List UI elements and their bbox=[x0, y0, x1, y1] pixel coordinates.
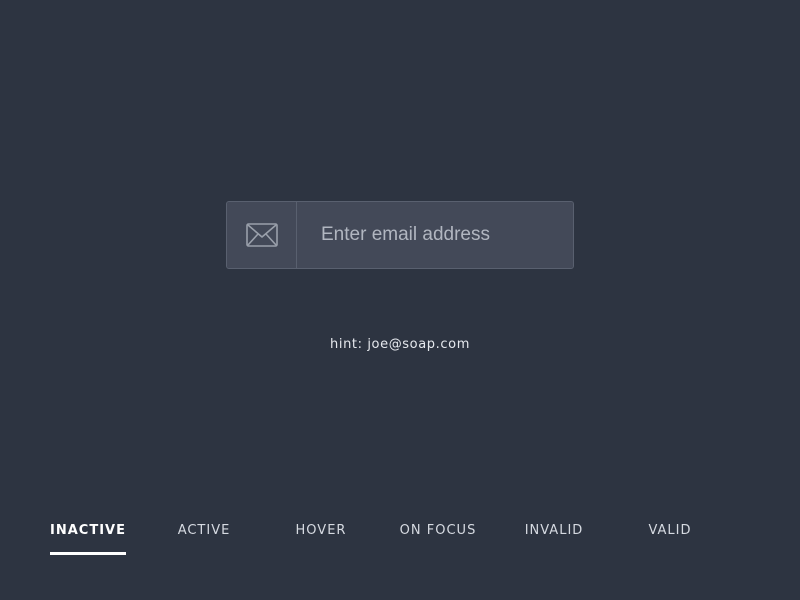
email-icon-cell bbox=[227, 202, 297, 268]
tab-on-focus[interactable]: ON FOCUS bbox=[395, 518, 481, 554]
tab-invalid[interactable]: INVALID bbox=[516, 518, 592, 554]
envelope-icon bbox=[245, 222, 279, 248]
tab-hover[interactable]: HOVER bbox=[284, 518, 358, 554]
state-tabs: INACTIVE ACTIVE HOVER ON FOCUS INVALID V… bbox=[0, 518, 800, 558]
email-hint-text: hint: joe@soap.com bbox=[330, 337, 470, 352]
tab-inactive[interactable]: INACTIVE bbox=[50, 518, 126, 554]
tab-active[interactable]: ACTIVE bbox=[166, 518, 242, 554]
active-tab-underline bbox=[50, 552, 126, 555]
email-input-group bbox=[226, 201, 574, 269]
email-input-state-demo: hint: joe@soap.com INACTIVE ACTIVE HOVER… bbox=[0, 0, 800, 600]
email-input[interactable] bbox=[297, 202, 573, 268]
tab-valid[interactable]: VALID bbox=[634, 518, 706, 554]
